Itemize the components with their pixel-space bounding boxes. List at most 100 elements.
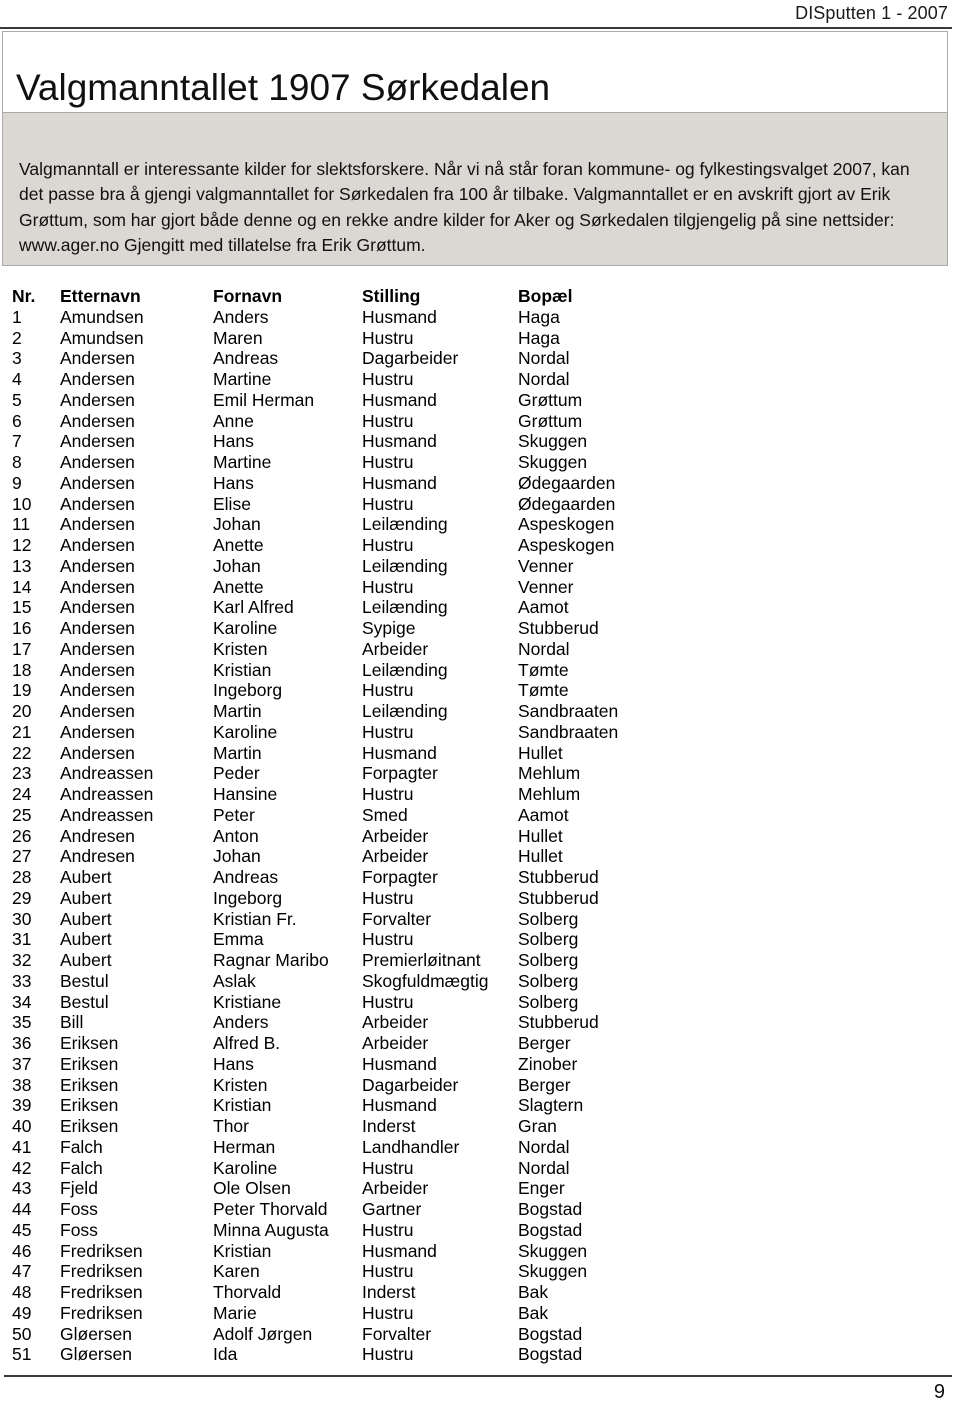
cell-bopael: Solberg [518,950,579,970]
cell-etternavn: Andersen [60,369,135,389]
footer-rule [4,1375,952,1377]
cell-stilling: Hustru [362,410,414,431]
table-row: 13 Andersen Johan Leilænding Venner [0,556,960,577]
cell-etternavn: Amundsen [60,327,144,348]
cell-stilling: Hustru [362,784,414,804]
cell-fornavn: Karoline [213,1157,278,1178]
table-row: 3 Andersen Andreas Dagarbeider Nordal [0,348,960,369]
cell-bopael: Zinober [518,1053,578,1074]
cell-stilling: Arbeider [362,1033,429,1053]
cell-etternavn: Gløersen [60,1344,132,1365]
cell-fornavn: Ole Olsen [213,1178,291,1199]
cell-bopael: Solberg [518,991,579,1012]
cell-bopael: Solberg [518,970,579,991]
cell-bopael: Bogstad [518,1199,583,1219]
cell-bopael: Skuggen [518,1261,588,1282]
cell-stilling: Husmand [362,1095,437,1116]
table-row: 27 Andresen Johan Arbeider Hullet [0,846,960,867]
cell-stilling: Forpagter [362,867,438,887]
cell-nr: 8 [12,452,22,472]
table-row: 2 Amundsen Maren Hustru Haga [0,328,960,349]
table-row: 49 Fredriksen Marie Hustru Bak [0,1303,960,1324]
cell-stilling: Arbeider [362,1012,429,1033]
cell-bopael: Skuggen [518,431,588,452]
cell-stilling: Leilænding [362,701,448,721]
column-header-bopael: Bopæl [518,286,573,306]
table-row: 11 Andersen Johan Leilænding Aspeskogen [0,514,960,535]
column-header-stilling: Stilling [362,286,421,306]
cell-etternavn: Andersen [60,742,135,763]
cell-nr: 23 [12,763,32,784]
cell-bopael: Aamot [518,804,569,825]
cell-nr: 20 [12,701,32,721]
table-row: 48 Fredriksen Thorvald Inderst Bak [0,1282,960,1303]
cell-stilling: Hustru [362,369,414,389]
table-row: 31 Aubert Emma Hustru Solberg [0,929,960,950]
cell-fornavn: Ragnar Maribo [213,950,329,970]
cell-fornavn: Johan [213,846,261,867]
cell-etternavn: Eriksen [60,1074,119,1095]
cell-bopael: Slagtern [518,1095,584,1116]
cell-stilling: Smed [362,804,408,825]
cell-etternavn: Andersen [60,452,135,472]
table-row: 19 Andersen Ingeborg Hustru Tømte [0,680,960,701]
table-row: 40 Eriksen Thor Inderst Gran [0,1116,960,1137]
cell-fornavn: Kristen [213,1074,268,1095]
cell-fornavn: Johan [213,514,261,535]
cell-nr: 33 [12,970,32,991]
cell-bopael: Skuggen [518,1240,588,1261]
cell-bopael: Tømte [518,680,569,701]
table-row: 26 Andresen Anton Arbeider Hullet [0,826,960,847]
cell-nr: 11 [12,514,31,535]
cell-fornavn: Emma [213,929,264,950]
table-row: 29 Aubert Ingeborg Hustru Stubberud [0,888,960,909]
cell-fornavn: Anders [213,306,269,327]
cell-etternavn: Foss [60,1199,98,1219]
cell-stilling: Husmand [362,742,437,763]
cell-stilling: Husmand [362,472,437,493]
cell-stilling: Hustru [362,721,414,742]
cell-nr: 26 [12,825,32,846]
cell-stilling: Inderst [362,1282,416,1302]
cell-nr: 32 [12,950,32,970]
cell-bopael: Haga [518,306,560,327]
cell-etternavn: Andersen [60,514,135,535]
cell-stilling: Leilænding [362,659,448,680]
cell-fornavn: Johan [213,555,261,576]
cell-etternavn: Eriksen [60,1033,119,1053]
cell-fornavn: Peder [213,763,260,784]
cell-nr: 25 [12,804,32,825]
cell-stilling: Hustru [362,929,414,950]
cell-etternavn: Fredriksen [60,1302,143,1323]
cell-etternavn: Bill [60,1012,84,1033]
cell-nr: 19 [12,680,32,701]
cell-fornavn: Kristen [213,638,268,659]
cell-fornavn: Elise [213,493,251,514]
table-row: 39 Eriksen Kristian Husmand Slagtern [0,1095,960,1116]
page-number: 9 [933,1381,945,1403]
cell-stilling: Dagarbeider [362,348,459,369]
cell-stilling: Hustru [362,680,414,701]
cell-etternavn: Aubert [60,908,112,929]
cell-bopael: Ødegaarden [518,472,616,493]
cell-fornavn: Ingeborg [213,887,283,908]
cell-etternavn: Eriksen [60,1116,119,1136]
cell-bopael: Bak [518,1282,549,1302]
cell-nr: 46 [12,1240,32,1261]
cell-stilling: Hustru [362,1261,414,1282]
table-row: 42 Falch Karoline Hustru Nordal [0,1158,960,1179]
table-row: 15 Andersen Karl Alfred Leilænding Aamot [0,597,960,618]
cell-bopael: Grøttum [518,389,583,410]
cell-nr: 17 [12,638,32,659]
cell-stilling: Hustru [362,1219,414,1240]
table-row: 36 Eriksen Alfred B. Arbeider Berger [0,1033,960,1054]
cell-fornavn: Anne [213,410,254,431]
running-head: DISputten 1 - 2007 [795,3,948,23]
cell-etternavn: Foss [60,1219,98,1240]
cell-fornavn: Andreas [213,867,279,887]
cell-stilling: Arbeider [362,825,429,846]
cell-stilling: Leilænding [362,555,448,576]
cell-stilling: Forvalter [362,1323,432,1344]
cell-stilling: Inderst [362,1116,416,1136]
cell-nr: 13 [12,555,32,576]
